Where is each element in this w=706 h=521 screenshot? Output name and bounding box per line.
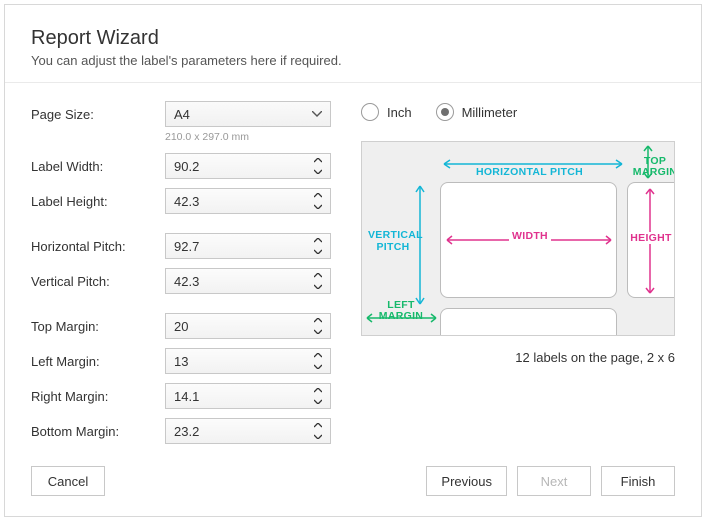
spin-up-icon[interactable]	[310, 350, 326, 361]
spin-up-icon[interactable]	[310, 270, 326, 281]
unit-mm-radio[interactable]: Millimeter	[436, 103, 518, 121]
next-button: Next	[517, 466, 591, 496]
radio-icon	[436, 103, 454, 121]
preview-top-margin-text: TOP MARGIN	[630, 156, 675, 178]
previous-button[interactable]: Previous	[426, 466, 507, 496]
content-area: Page Size: A4 210.0 x 297.0 mm Label Wid…	[31, 101, 675, 453]
spin-up-icon[interactable]	[310, 190, 326, 201]
preview-h-pitch-text: HORIZONTAL PITCH	[472, 166, 587, 178]
label-height-input[interactable]: 42.3	[165, 188, 331, 214]
page-size-value: A4	[174, 107, 190, 122]
left-margin-value: 13	[174, 354, 188, 369]
preview-column: Inch Millimeter HORIZONTAL PITCH	[361, 101, 675, 453]
spin-down-icon[interactable]	[310, 166, 326, 177]
bottom-margin-value: 23.2	[174, 424, 199, 439]
preview-v-pitch-text: VERTICAL PITCH	[368, 230, 418, 253]
dialog-title: Report Wizard	[31, 27, 675, 50]
unit-radio-group: Inch Millimeter	[361, 101, 675, 121]
unit-inch-label: Inch	[387, 105, 412, 120]
spin-up-icon[interactable]	[310, 235, 326, 246]
h-pitch-value: 92.7	[174, 239, 199, 254]
right-margin-label: Right Margin:	[31, 389, 165, 404]
dialog-footer: Cancel Previous Next Finish	[31, 466, 675, 496]
spin-down-icon[interactable]	[310, 431, 326, 442]
top-margin-label: Top Margin:	[31, 319, 165, 334]
v-pitch-label: Vertical Pitch:	[31, 274, 165, 289]
page-size-select[interactable]: A4	[165, 101, 331, 127]
label-preview-diagram: HORIZONTAL PITCH VERTICAL PITCH TOP MARG…	[361, 141, 675, 336]
preview-label-bottom	[440, 308, 617, 336]
report-wizard-dialog: Report Wizard You can adjust the label's…	[4, 4, 702, 517]
spin-down-icon[interactable]	[310, 281, 326, 292]
page-size-label: Page Size:	[31, 107, 165, 122]
v-pitch-value: 42.3	[174, 274, 199, 289]
preview-summary: 12 labels on the page, 2 x 6	[361, 350, 675, 365]
top-margin-value: 20	[174, 319, 188, 334]
left-margin-label: Left Margin:	[31, 354, 165, 369]
v-pitch-input[interactable]: 42.3	[165, 268, 331, 294]
cancel-button[interactable]: Cancel	[31, 466, 105, 496]
spin-up-icon[interactable]	[310, 315, 326, 326]
dialog-subtitle: You can adjust the label's parameters he…	[31, 53, 675, 68]
h-pitch-input[interactable]: 92.7	[165, 233, 331, 259]
label-height-label: Label Height:	[31, 194, 165, 209]
spin-up-icon[interactable]	[310, 420, 326, 431]
preview-left-margin-text: LEFT MARGIN	[376, 300, 426, 322]
spin-down-icon[interactable]	[310, 246, 326, 257]
unit-mm-label: Millimeter	[462, 105, 518, 120]
caret-down-icon	[312, 111, 322, 117]
h-pitch-label: Horizontal Pitch:	[31, 239, 165, 254]
spin-up-icon[interactable]	[310, 385, 326, 396]
left-margin-input[interactable]: 13	[165, 348, 331, 374]
preview-height-text: HEIGHT	[628, 232, 674, 244]
spin-down-icon[interactable]	[310, 326, 326, 337]
label-height-value: 42.3	[174, 194, 199, 209]
unit-inch-radio[interactable]: Inch	[361, 103, 412, 121]
finish-button[interactable]: Finish	[601, 466, 675, 496]
spin-up-icon[interactable]	[310, 155, 326, 166]
label-width-input[interactable]: 90.2	[165, 153, 331, 179]
form-column: Page Size: A4 210.0 x 297.0 mm Label Wid…	[31, 101, 331, 453]
radio-icon	[361, 103, 379, 121]
preview-width-text: WIDTH	[509, 230, 551, 242]
divider	[5, 82, 701, 83]
label-width-label: Label Width:	[31, 159, 165, 174]
right-margin-input[interactable]: 14.1	[165, 383, 331, 409]
right-margin-value: 14.1	[174, 389, 199, 404]
page-size-hint: 210.0 x 297.0 mm	[165, 131, 331, 143]
bottom-margin-input[interactable]: 23.2	[165, 418, 331, 444]
spin-down-icon[interactable]	[310, 361, 326, 372]
spin-down-icon[interactable]	[310, 396, 326, 407]
top-margin-input[interactable]: 20	[165, 313, 331, 339]
label-width-value: 90.2	[174, 159, 199, 174]
spin-down-icon[interactable]	[310, 201, 326, 212]
bottom-margin-label: Bottom Margin:	[31, 424, 165, 439]
